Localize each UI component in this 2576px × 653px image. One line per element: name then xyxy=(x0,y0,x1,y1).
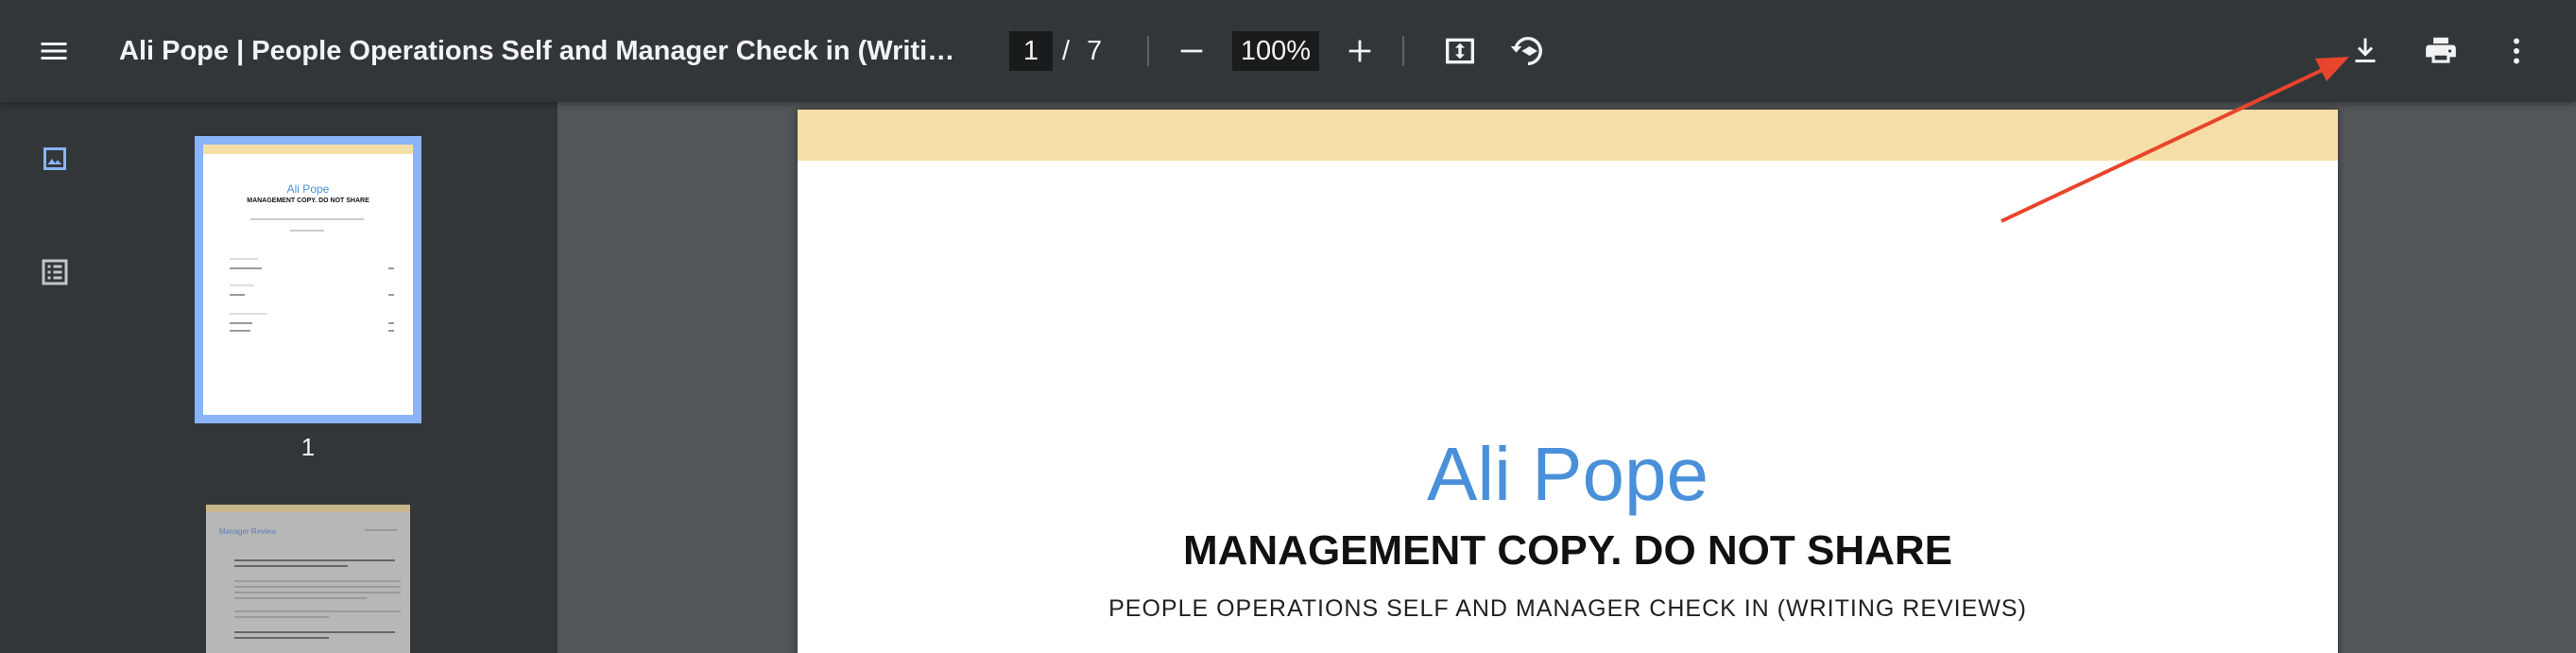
download-button[interactable] xyxy=(2332,18,2398,84)
outline-icon xyxy=(42,259,68,285)
print-button[interactable] xyxy=(2408,18,2474,84)
more-vert-icon xyxy=(2514,38,2519,64)
thumbnails-tab[interactable] xyxy=(28,132,81,185)
page-number-input[interactable]: 1 xyxy=(1009,31,1053,71)
thumbnails-icon xyxy=(43,147,66,170)
document-viewer[interactable]: Ali Pope MANAGEMENT COPY. DO NOT SHARE P… xyxy=(558,102,2576,653)
document-page-1: Ali Pope MANAGEMENT COPY. DO NOT SHARE P… xyxy=(798,110,2338,653)
fit-to-page-button[interactable] xyxy=(1427,18,1493,84)
more-options-button[interactable] xyxy=(2483,18,2550,84)
management-notice: MANAGEMENT COPY. DO NOT SHARE xyxy=(1182,527,1953,574)
page-separator: / xyxy=(1062,36,1071,66)
document-title: Ali Pope | People Operations Self and Ma… xyxy=(119,36,970,66)
page-thumbnail-1[interactable]: Ali Pope MANAGEMENT COPY. DO NOT SHARE xyxy=(195,136,421,423)
page-total: 7 xyxy=(1087,36,1103,66)
document-subtitle: PEOPLE OPERATIONS SELF AND MANAGER CHECK… xyxy=(1108,595,2027,622)
zoom-in-button[interactable] xyxy=(1327,18,1393,84)
zoom-input[interactable]: 100% xyxy=(1232,31,1319,71)
employee-name: Ali Pope xyxy=(1427,432,1709,516)
toolbar: Ali Pope | People Operations Self and Ma… xyxy=(0,0,2576,102)
plus-icon xyxy=(1348,40,1371,62)
outline-tab[interactable] xyxy=(28,246,81,299)
thumbnail-subtitle: MANAGEMENT COPY. DO NOT SHARE xyxy=(247,198,369,204)
toolbar-divider xyxy=(1147,36,1149,66)
print-icon xyxy=(2426,37,2456,63)
rotate-button[interactable] xyxy=(1495,18,1561,84)
thumbnail-page-number: 1 xyxy=(301,433,316,461)
minus-icon xyxy=(1180,49,1203,53)
page-thumbnail-2[interactable]: Manager Review xyxy=(206,505,410,653)
thumbnail-heading: Manager Review xyxy=(219,527,277,536)
toolbar-divider xyxy=(1402,36,1404,66)
thumbnail-name: Ali Pope xyxy=(286,182,330,196)
page-header-band xyxy=(798,110,2338,161)
fit-to-page-icon xyxy=(1446,38,1474,64)
rotate-icon xyxy=(1510,36,1542,65)
download-icon xyxy=(2355,38,2376,62)
zoom-out-button[interactable] xyxy=(1159,18,1225,84)
menu-icon[interactable] xyxy=(21,18,87,84)
